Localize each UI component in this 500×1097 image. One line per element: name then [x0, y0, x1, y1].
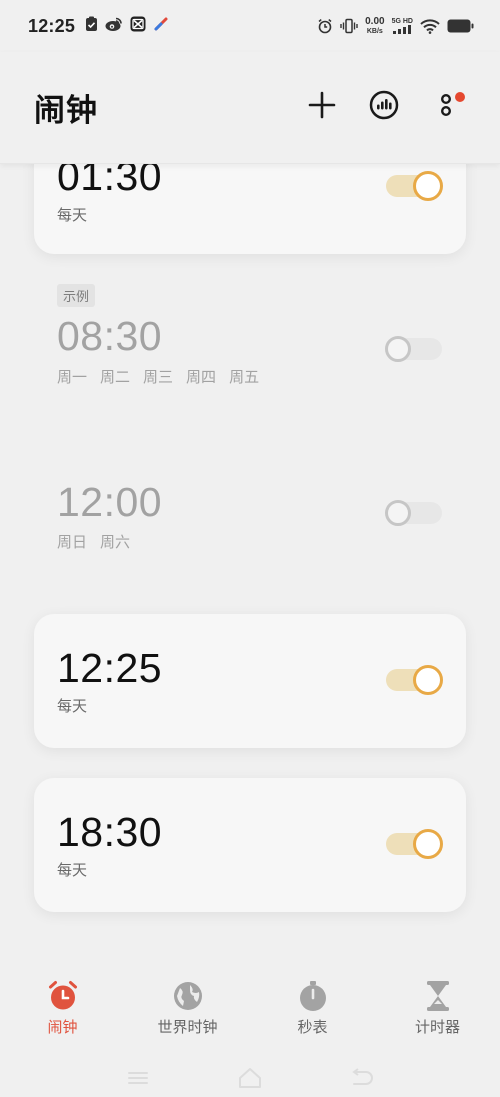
capcut-icon: [130, 16, 146, 37]
alarm-toggle[interactable]: [385, 334, 442, 364]
alarm-toggle[interactable]: [386, 171, 443, 201]
add-icon: [308, 91, 336, 124]
back-nav-button[interactable]: [348, 1067, 376, 1093]
alarm-toggle[interactable]: [386, 829, 443, 859]
alarm-card[interactable]: 12:00 周日 周六: [34, 460, 466, 578]
tab-label: 秒表: [297, 1019, 328, 1036]
alarm-time: 18:30: [57, 809, 163, 855]
tab-label: 世界时钟: [157, 1019, 218, 1036]
alarm-card[interactable]: 01:30 每天: [34, 164, 466, 254]
clipboard-icon: [85, 16, 98, 37]
battery-icon: [447, 19, 474, 33]
dial-icon: [368, 89, 400, 126]
status-bar: 12:25 0.00 KB/s 5G HD: [0, 0, 500, 52]
dial-button[interactable]: [364, 88, 404, 128]
alarm-repeat: 每天: [57, 698, 88, 715]
add-alarm-button[interactable]: [302, 88, 342, 128]
alarm-toggle[interactable]: [385, 498, 442, 528]
alarm-status-icon: [317, 18, 333, 34]
alarm-card[interactable]: 12:25 每天: [34, 614, 466, 748]
alarm-card[interactable]: 示例 08:30 周一 周二 周三 周四 周五: [34, 276, 466, 418]
globe-icon: [171, 979, 205, 1013]
tab-stopwatch[interactable]: 秒表: [250, 966, 375, 1035]
app-icon: [153, 16, 169, 37]
app-header: 闹钟: [0, 52, 500, 164]
alarm-toggle[interactable]: [386, 665, 443, 695]
alarm-repeat: 每天: [57, 862, 88, 879]
status-time: 12:25: [28, 15, 76, 36]
bottom-nav: 闹钟 世界时钟 秒表 计时器: [0, 966, 500, 1046]
hourglass-icon: [421, 979, 455, 1013]
example-tag: 示例: [57, 284, 96, 307]
tab-label: 闹钟: [47, 1019, 78, 1036]
alarm-time: 01:30: [57, 164, 163, 199]
menu-nav-button[interactable]: [124, 1068, 152, 1092]
alarm-time: 08:30: [57, 313, 163, 359]
alarm-clock-icon: [46, 979, 80, 1013]
more-icon: [439, 90, 453, 125]
net-speed: 0.00 KB/s: [365, 16, 385, 36]
vibrate-icon: [340, 18, 358, 34]
alarm-time: 12:25: [57, 645, 163, 691]
tab-alarm[interactable]: 闹钟: [0, 966, 125, 1035]
alarm-card[interactable]: 18:30 每天: [34, 778, 466, 912]
notification-dot: [455, 91, 465, 102]
back-icon: [350, 1067, 374, 1093]
alarm-repeat: 每天: [57, 207, 88, 224]
signal-icon: 5G HD: [392, 18, 413, 34]
tab-world-clock[interactable]: 世界时钟: [125, 966, 250, 1035]
wifi-icon: [420, 18, 440, 34]
home-nav-button[interactable]: [236, 1067, 264, 1094]
system-nav-bar: [0, 1062, 500, 1097]
tab-timer[interactable]: 计时器: [375, 966, 500, 1035]
menu-icon: [127, 1070, 149, 1091]
stopwatch-icon: [296, 979, 330, 1013]
alarm-repeat: 周一 周二 周三 周四 周五: [57, 369, 260, 386]
alarm-time: 12:00: [57, 479, 163, 525]
alarm-repeat: 周日 周六: [57, 534, 131, 551]
alarm-list[interactable]: 01:30 每天 示例 08:30 周一 周二 周三 周四 周五 12:00 周日 周六 …: [0, 164, 500, 950]
more-button[interactable]: [426, 88, 466, 128]
home-icon: [237, 1067, 263, 1094]
weibo-icon: [105, 16, 123, 37]
tab-label: 计时器: [414, 1019, 460, 1036]
page-title: 闹钟: [34, 93, 98, 128]
